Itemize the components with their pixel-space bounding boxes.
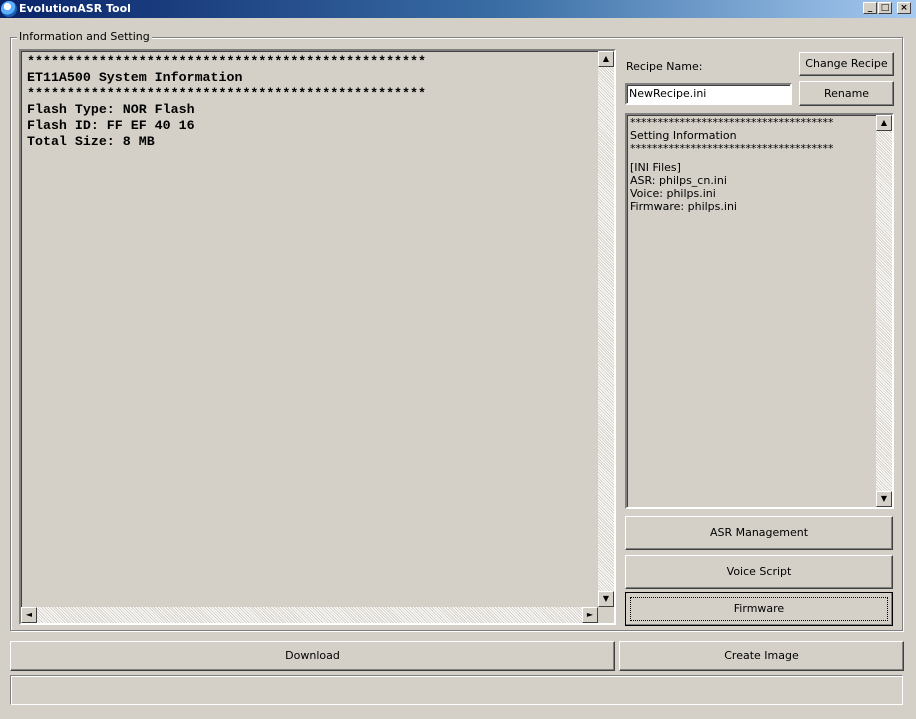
setting-line: Firmware: philps.ini <box>630 200 737 213</box>
close-button[interactable]: × <box>897 2 911 14</box>
setting-info-vertical-scrollbar[interactable]: ▲ ▼ <box>876 115 892 507</box>
info-log-line: Total Size: 8 MB <box>27 134 155 149</box>
system-info-log[interactable]: ****************************************… <box>19 49 616 625</box>
rename-label: Rename <box>823 87 870 100</box>
group-label: Information and Setting <box>17 30 152 44</box>
info-log-line: ****************************************… <box>27 54 426 69</box>
change-recipe-label: Change Recipe <box>805 57 888 70</box>
scroll-right-icon[interactable]: ► <box>582 607 598 623</box>
voice-script-button[interactable]: Voice Script <box>625 555 893 589</box>
create-image-label: Create Image <box>724 649 799 662</box>
scroll-down-icon[interactable]: ▼ <box>598 591 614 607</box>
download-button[interactable]: Download <box>10 641 615 671</box>
create-image-button[interactable]: Create Image <box>619 641 904 671</box>
info-log-line: ET11A500 System Information <box>27 70 243 85</box>
setting-line: [INI Files] <box>630 161 681 174</box>
info-log-line: Flash ID: FF EF 40 16 <box>27 118 195 133</box>
change-recipe-button[interactable]: Change Recipe <box>799 52 894 76</box>
app-icon <box>1 1 17 17</box>
scroll-up-icon[interactable]: ▲ <box>598 51 614 67</box>
info-log-text: ****************************************… <box>27 54 426 150</box>
recipe-name-input[interactable]: NewRecipe.ini <box>625 83 792 105</box>
asr-management-button[interactable]: ASR Management <box>625 516 893 550</box>
setting-info-text: ************************************* Set… <box>630 116 834 213</box>
status-bar <box>10 675 903 705</box>
download-label: Download <box>285 649 340 662</box>
setting-info-panel[interactable]: ************************************* Set… <box>625 113 894 509</box>
setting-line: ************************************* <box>630 116 834 129</box>
firmware-button[interactable]: Firmware <box>625 592 893 626</box>
window-titlebar[interactable]: EvolutionASR Tool _ □ × <box>0 0 916 18</box>
info-log-line: Flash Type: NOR Flash <box>27 102 195 117</box>
setting-line: ************************************* <box>630 142 834 155</box>
voice-script-label: Voice Script <box>726 565 792 578</box>
scroll-up-icon[interactable]: ▲ <box>876 115 892 131</box>
info-log-vertical-scrollbar[interactable]: ▲ ▼ <box>598 51 614 607</box>
maximize-button[interactable]: □ <box>878 2 892 14</box>
setting-line: Voice: philps.ini <box>630 187 716 200</box>
setting-line: ASR: philps_cn.ini <box>630 174 727 187</box>
setting-line: Setting Information <box>630 129 737 142</box>
scrollbar-corner <box>598 607 614 623</box>
window-title: EvolutionASR Tool <box>19 2 131 15</box>
rename-button[interactable]: Rename <box>799 81 894 106</box>
info-log-line: ****************************************… <box>27 86 426 101</box>
focus-ring <box>630 597 888 621</box>
minimize-button[interactable]: _ <box>863 2 877 14</box>
info-log-horizontal-scrollbar[interactable]: ◄ ► <box>21 607 598 623</box>
scroll-left-icon[interactable]: ◄ <box>21 607 37 623</box>
asr-management-label: ASR Management <box>709 526 809 539</box>
recipe-name-label: Recipe Name: <box>626 60 703 73</box>
scroll-down-icon[interactable]: ▼ <box>876 491 892 507</box>
